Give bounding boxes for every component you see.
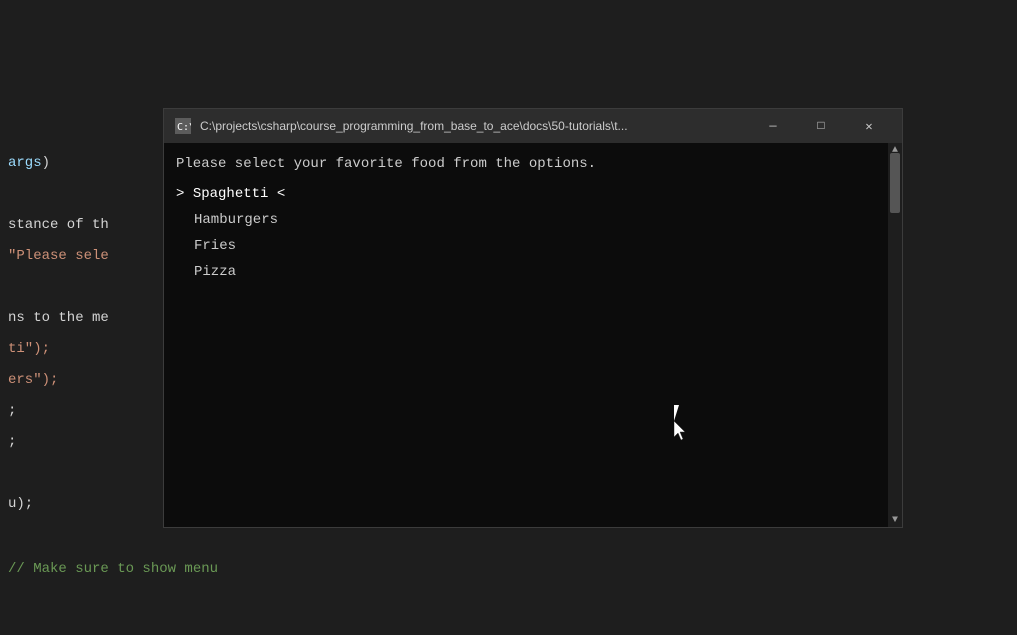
terminal-titlebar: C:\ C:\projects\csharp\course_programmin…: [164, 109, 902, 143]
code-text-ers: ers");: [8, 372, 58, 388]
code-text-ns: ns to the me: [8, 310, 109, 326]
code-panel: args) stance of th "Please sele ns to th…: [0, 0, 165, 635]
menu-item-label-hamburgers: Hamburgers: [194, 212, 278, 228]
selected-marker-right: <: [268, 186, 285, 202]
menu-item-spaghetti: > Spaghetti <: [176, 181, 890, 207]
menu-item-label-pizza: Pizza: [194, 264, 236, 280]
mouse-cursor: [674, 405, 686, 423]
menu-item-label-fries: Fries: [194, 238, 236, 254]
selected-marker-left: >: [176, 186, 193, 202]
terminal-title: C:\projects\csharp\course_programming_fr…: [200, 119, 750, 133]
menu-item-fries: Fries: [176, 233, 890, 259]
terminal-window: C:\ C:\projects\csharp\course_programmin…: [163, 108, 903, 528]
maximize-button[interactable]: □: [798, 109, 844, 143]
menu-item-pizza: Pizza: [176, 259, 890, 285]
terminal-controls: — □ ✕: [750, 109, 892, 143]
scrollbar-thumb[interactable]: [890, 153, 900, 213]
svg-text:C:\: C:\: [177, 122, 191, 133]
terminal-prompt-text: Please select your favorite food from th…: [176, 156, 596, 172]
code-text-semi2: ;: [8, 434, 16, 450]
terminal-body: Please select your favorite food from th…: [164, 143, 902, 527]
terminal-scrollbar[interactable]: ▲ ▼: [888, 143, 902, 527]
code-text-semi1: ;: [8, 403, 16, 419]
menu-item-hamburgers: Hamburgers: [176, 207, 890, 233]
terminal-icon: C:\: [174, 117, 192, 135]
code-text-args: args: [8, 155, 42, 171]
code-text-u: u);: [8, 496, 33, 512]
code-text-ti: ti");: [8, 341, 50, 357]
minimize-button[interactable]: —: [750, 109, 796, 143]
code-comment-menu: // Make sure to show menu: [8, 561, 218, 577]
code-text-please: "Please sele: [8, 248, 109, 264]
menu-item-label-spaghetti: Spaghetti: [193, 186, 269, 202]
terminal-menu: > Spaghetti < Hamburgers Fries Pizza: [176, 181, 890, 285]
scrollbar-arrow-down[interactable]: ▼: [888, 513, 902, 527]
terminal-prompt-line: Please select your favorite food from th…: [176, 151, 890, 177]
close-button[interactable]: ✕: [846, 109, 892, 143]
code-text-stance: stance of th: [8, 217, 109, 233]
